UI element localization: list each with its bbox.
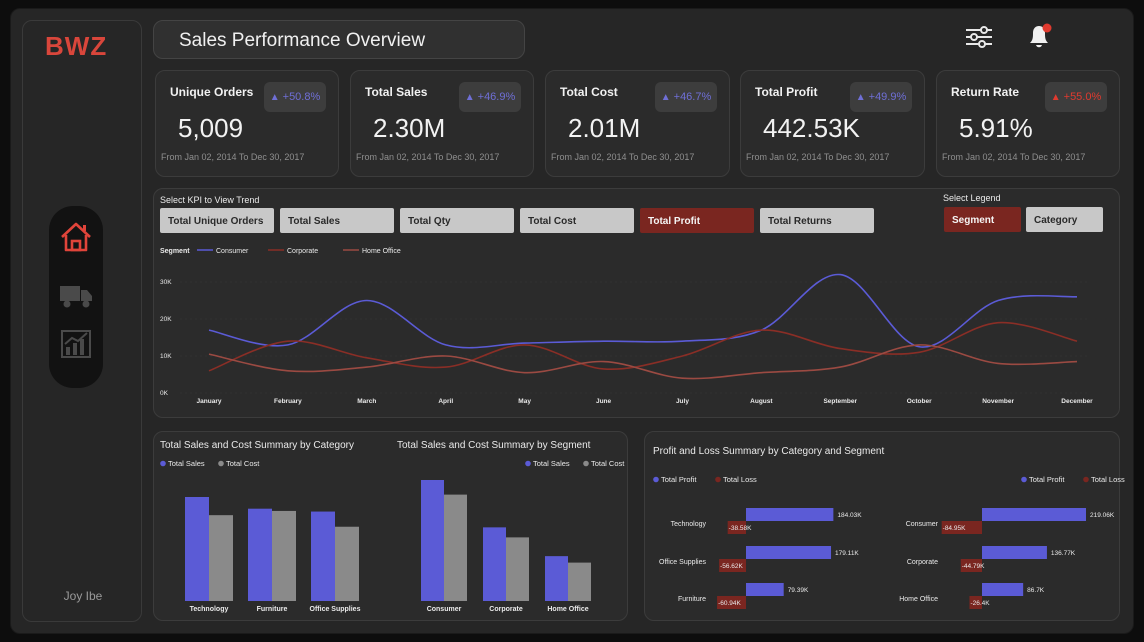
legend-dot [653,476,659,483]
category-label: Technology [671,521,707,528]
category-label: Corporate [907,559,938,566]
legend-dot [1083,476,1089,483]
legend-dot [218,460,224,467]
legend-label: Total Sales [168,459,205,468]
legend-label: Total Cost [591,459,625,468]
profit-bar [982,546,1047,559]
category-label: Home Office [899,596,938,603]
category-label: Office Supplies [659,559,706,566]
profit-bar [746,508,834,521]
profit-value-label: 79.39K [788,587,809,594]
bar [248,508,272,601]
legend-label: Total Profit [661,475,697,484]
profit-value-label: 136.77K [1051,550,1076,557]
bar-charts: Total Sales Total Cost Technology Furniture… [160,459,1125,613]
category-label: Home Office [547,606,588,613]
category-label: Office Supplies [310,606,361,613]
profit-bar [746,546,832,559]
legend-dot [583,460,589,467]
loss-value-label: -84.95K [943,525,966,532]
legend-dot [525,460,531,467]
bar [421,480,444,601]
loss-value-label: -56.62K [720,563,743,570]
bar [335,526,359,601]
category-label: Corporate [489,606,523,613]
bar [444,494,467,601]
legend-label: Total Loss [723,475,757,484]
bar [185,497,209,601]
category-label: Technology [190,606,229,613]
profit-value-label: 184.03K [837,512,862,519]
loss-value-label: -44.79K [962,563,985,570]
profit-value-label: 219.06K [1090,512,1115,519]
category-label: Consumer [427,606,462,613]
loss-value-label: -60.94K [718,600,741,607]
legend-label: Total Cost [226,459,260,468]
legend-label: Total Loss [1091,475,1125,484]
category-label: Furniture [678,596,706,603]
loss-value-label: -38.58K [729,525,752,532]
legend-dot [160,460,166,467]
bar [272,510,296,601]
bar [545,556,568,601]
bar [483,527,506,601]
bar [506,537,529,601]
legend-dot [715,476,721,483]
bar [209,515,233,601]
bar [568,562,591,601]
bar [311,511,335,601]
profit-bar [982,583,1024,596]
profit-bar [746,583,784,596]
category-label: Consumer [906,521,939,528]
profit-bar [982,508,1086,521]
profit-value-label: 179.11K [835,550,859,557]
profit-value-label: 86.7K [1027,587,1045,594]
category-label: Furniture [257,606,288,613]
legend-label: Total Profit [1029,475,1065,484]
legend-dot [1021,476,1027,483]
loss-value-label: -26.4K [970,600,990,607]
legend-label: Total Sales [533,459,570,468]
